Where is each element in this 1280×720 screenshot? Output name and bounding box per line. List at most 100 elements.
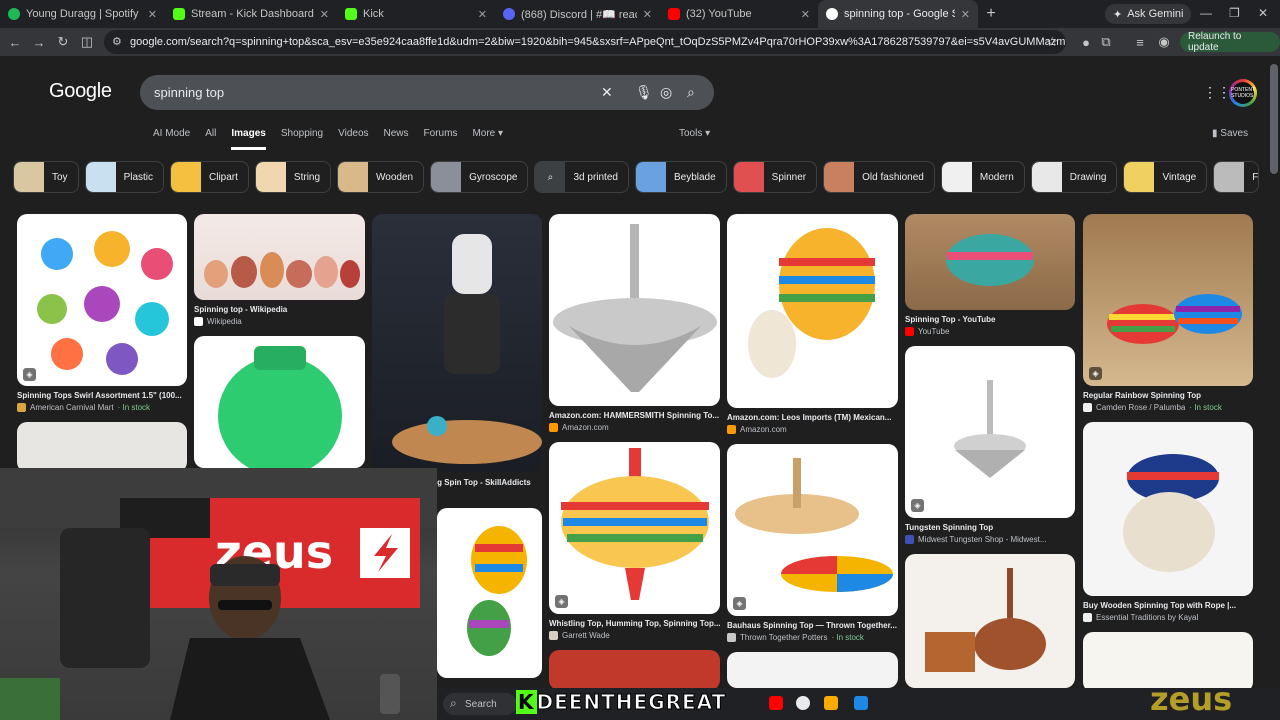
result-image[interactable] bbox=[727, 214, 898, 408]
forward-icon[interactable]: → bbox=[27, 35, 51, 50]
address-bar[interactable]: ⚙ google.com/search?q=spinning+top&sca_e… bbox=[104, 30, 1066, 54]
result-card[interactable] bbox=[905, 554, 1075, 688]
microphone-icon[interactable]: 🎙 bbox=[635, 84, 653, 101]
clear-icon[interactable]: ✕ bbox=[601, 84, 613, 101]
tab-ai-mode[interactable]: AI Mode bbox=[153, 128, 190, 150]
tab-videos[interactable]: Videos bbox=[338, 128, 368, 150]
result-card[interactable]: ◈ Spinning Tops Swirl Assortment 1.5" (1… bbox=[17, 214, 187, 414]
chip-modern[interactable]: Modern bbox=[940, 161, 1025, 193]
obs-taskbar-icon[interactable] bbox=[796, 696, 810, 710]
result-image[interactable] bbox=[1083, 422, 1253, 596]
search-input[interactable]: spinning top ✕ 🎙 ◎ ⌕ bbox=[140, 75, 714, 110]
result-image[interactable] bbox=[194, 214, 365, 300]
result-image[interactable] bbox=[437, 508, 542, 678]
result-image[interactable] bbox=[549, 214, 720, 406]
result-card[interactable] bbox=[549, 650, 720, 690]
result-image[interactable] bbox=[372, 214, 542, 472]
result-card[interactable] bbox=[17, 422, 187, 472]
account-icon[interactable]: ◉ bbox=[1152, 34, 1176, 50]
chip-spinner[interactable]: Spinner bbox=[732, 161, 818, 193]
result-card[interactable] bbox=[194, 336, 365, 468]
result-image[interactable]: ◈ bbox=[17, 214, 187, 386]
result-card[interactable]: Spinning top - Wikipedia Wikipedia bbox=[194, 214, 365, 329]
tab-kick[interactable]: Kick ✕ bbox=[337, 0, 495, 28]
apps-grid-icon[interactable]: ⋮⋮ bbox=[1203, 84, 1231, 101]
page-scrollbar[interactable] bbox=[1270, 64, 1278, 174]
result-card[interactable] bbox=[437, 508, 542, 678]
tab-news[interactable]: News bbox=[384, 128, 409, 150]
extensions-icon[interactable]: ⧉ bbox=[1094, 34, 1118, 50]
tab-forums[interactable]: Forums bbox=[424, 128, 458, 150]
relaunch-button[interactable]: Relaunch to update bbox=[1180, 31, 1280, 53]
result-card[interactable]: ◈ Regular Rainbow Spinning Top Camden Ro… bbox=[1083, 214, 1253, 414]
taskbar-search[interactable]: Search bbox=[443, 693, 517, 715]
saves-button[interactable]: ▮ Saves bbox=[1212, 128, 1248, 139]
result-image[interactable]: ◈ bbox=[727, 444, 898, 616]
tab-youtube[interactable]: (32) YouTube ✕ bbox=[660, 0, 818, 28]
result-card[interactable]: ◈ Whistling Top, Humming Top, Spinning T… bbox=[549, 442, 720, 642]
close-icon[interactable]: ✕ bbox=[801, 8, 810, 21]
tab-spotify[interactable]: Young Duragg | Spotify ✕ bbox=[0, 0, 165, 28]
file-explorer-icon[interactable] bbox=[824, 696, 838, 710]
site-info-icon[interactable]: ⚙ bbox=[112, 35, 122, 48]
youtube-taskbar-icon[interactable] bbox=[769, 696, 783, 710]
result-card[interactable]: ◈ Tungsten Spinning Top Midwest Tungsten… bbox=[905, 346, 1075, 546]
side-panel-icon[interactable]: ◫ bbox=[75, 34, 99, 50]
chip-string[interactable]: String bbox=[254, 161, 332, 193]
restore-icon[interactable]: ❐ bbox=[1229, 6, 1240, 20]
result-card[interactable]: ◈ Bauhaus Spinning Top — Thrown Together… bbox=[727, 444, 898, 644]
google-logo[interactable]: Google bbox=[49, 80, 112, 103]
result-image[interactable] bbox=[194, 336, 365, 468]
result-card[interactable] bbox=[727, 652, 898, 688]
ask-gemini-button[interactable]: ✦ Ask Gemini bbox=[1105, 4, 1192, 24]
chip-plastic[interactable]: Plastic bbox=[84, 161, 165, 193]
result-image[interactable] bbox=[549, 650, 720, 690]
close-icon[interactable]: ✕ bbox=[320, 8, 329, 21]
bookmark-star-icon[interactable]: ☆ bbox=[1046, 34, 1058, 50]
minimize-icon[interactable]: — bbox=[1200, 6, 1212, 20]
tab-shopping[interactable]: Shopping bbox=[281, 128, 323, 150]
close-icon[interactable]: ✕ bbox=[643, 8, 652, 21]
close-icon[interactable]: ✕ bbox=[478, 8, 487, 21]
result-image[interactable]: ◈ bbox=[905, 346, 1075, 518]
chip-3d-printed[interactable]: ⌕ 3d printed bbox=[534, 161, 629, 193]
chip-partial[interactable]: F bbox=[1213, 161, 1260, 193]
chip-clipart[interactable]: Clipart bbox=[170, 161, 249, 193]
chip-drawing[interactable]: Drawing bbox=[1030, 161, 1118, 193]
chip-vintage[interactable]: Vintage bbox=[1123, 161, 1208, 193]
tools-button[interactable]: Tools ▾ bbox=[679, 128, 710, 139]
result-image[interactable] bbox=[17, 422, 187, 472]
chip-wooden[interactable]: Wooden bbox=[337, 161, 425, 193]
tab-discord[interactable]: (868) Discord | #📖 reactions ✕ bbox=[495, 0, 660, 28]
tab-more[interactable]: More ▾ bbox=[472, 128, 503, 150]
result-image[interactable] bbox=[905, 214, 1075, 310]
reading-list-icon[interactable]: ≡ bbox=[1128, 35, 1152, 50]
close-icon[interactable]: ✕ bbox=[148, 8, 157, 21]
result-image[interactable] bbox=[727, 652, 898, 688]
reload-icon[interactable]: ↻ bbox=[51, 34, 75, 50]
close-icon[interactable]: ✕ bbox=[961, 8, 970, 21]
result-image[interactable]: ◈ bbox=[1083, 214, 1253, 386]
result-card[interactable]: Amazon.com: Leos Imports (TM) Mexican...… bbox=[727, 214, 898, 436]
chip-toy[interactable]: Toy bbox=[13, 161, 79, 193]
search-icon[interactable]: ⌕ bbox=[687, 84, 695, 101]
tab-images[interactable]: Images bbox=[231, 128, 266, 150]
lens-camera-icon[interactable]: ◎ bbox=[660, 84, 672, 101]
chip-old-fashioned[interactable]: Old fashioned bbox=[823, 161, 935, 193]
result-card[interactable]: Buy Wooden Spinning Top with Rope |... E… bbox=[1083, 422, 1253, 624]
close-window-icon[interactable]: ✕ bbox=[1258, 6, 1268, 20]
back-icon[interactable]: ← bbox=[3, 35, 27, 50]
app-taskbar-icon[interactable] bbox=[854, 696, 868, 710]
avatar[interactable]: PONTENT STUDIOS bbox=[1229, 79, 1257, 107]
result-card[interactable]: ing Spin Top - SkillAddicts bbox=[372, 214, 542, 496]
result-image[interactable]: ◈ bbox=[549, 442, 720, 614]
tab-all[interactable]: All bbox=[205, 128, 216, 150]
tab-google-search[interactable]: spinning top - Google Search ✕ bbox=[818, 0, 978, 28]
result-image[interactable] bbox=[905, 554, 1075, 688]
result-card[interactable]: Amazon.com: HAMMERSMITH Spinning To... A… bbox=[549, 214, 720, 434]
chip-beyblade[interactable]: Beyblade bbox=[634, 161, 727, 193]
new-tab-button[interactable]: + bbox=[978, 5, 1004, 23]
result-card[interactable]: Spinning Top - YouTube YouTube bbox=[905, 214, 1075, 338]
chip-gyroscope[interactable]: Gyroscope bbox=[430, 161, 529, 193]
tab-kick-dashboard[interactable]: Stream - Kick Dashboard ✕ bbox=[165, 0, 337, 28]
